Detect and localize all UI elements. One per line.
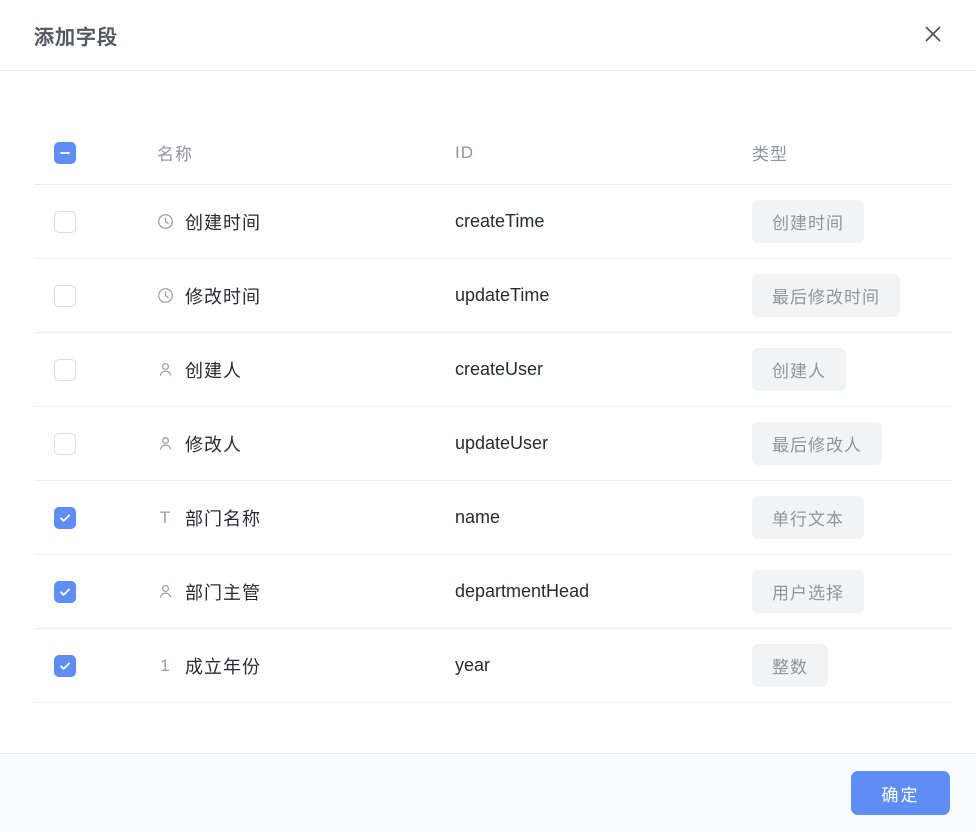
- clock-icon: [157, 213, 174, 231]
- field-id: createTime: [455, 211, 545, 231]
- clock-icon: [157, 287, 174, 305]
- text-icon: T: [159, 508, 172, 527]
- table-row: 部门主管 departmentHead 用户选择: [34, 555, 952, 629]
- user-icon: [157, 361, 174, 379]
- field-id: year: [455, 655, 491, 675]
- user-icon: [157, 583, 174, 601]
- table-row: 创建时间 createTime 创建时间: [34, 185, 952, 259]
- user-icon: [157, 435, 174, 453]
- row-checkbox[interactable]: [54, 284, 76, 307]
- field-name: 创建时间: [185, 212, 261, 233]
- field-type-badge: 用户选择: [752, 570, 864, 613]
- field-type-badge: 创建时间: [752, 200, 864, 243]
- table-row: 创建人 createUser 创建人: [34, 333, 952, 407]
- row-checkbox[interactable]: [54, 358, 76, 381]
- column-header-id: ID: [455, 142, 474, 162]
- field-type-badge: 最后修改时间: [752, 274, 900, 317]
- table-row: 修改人 updateUser 最后修改人: [34, 407, 952, 481]
- table-row: T 部门名称 name 单行文本: [34, 481, 952, 555]
- field-id: createUser: [455, 359, 544, 379]
- field-id: updateUser: [455, 433, 549, 453]
- row-checkbox[interactable]: [54, 506, 76, 529]
- column-header-type: 类型: [752, 145, 788, 164]
- field-name: 部门名称: [185, 508, 261, 529]
- field-name: 修改时间: [185, 286, 261, 307]
- row-checkbox[interactable]: [54, 580, 76, 603]
- row-checkbox[interactable]: [54, 654, 76, 677]
- number-icon: 1: [160, 656, 171, 675]
- select-all-checkbox[interactable]: [54, 141, 76, 164]
- dialog-footer: 确定: [0, 753, 976, 832]
- table-row: 1 成立年份 year 整数: [34, 629, 952, 703]
- field-id: updateTime: [455, 285, 550, 305]
- table-row: 修改时间 updateTime 最后修改时间: [34, 259, 952, 333]
- field-type-badge: 最后修改人: [752, 422, 882, 465]
- field-type-badge: 单行文本: [752, 496, 864, 539]
- field-id: departmentHead: [455, 581, 590, 601]
- table-header-row: 名称 ID 类型: [34, 121, 952, 185]
- field-name: 创建人: [185, 360, 242, 381]
- close-icon: [921, 22, 945, 49]
- field-name: 部门主管: [185, 582, 261, 603]
- dialog-header: 添加字段: [0, 0, 976, 71]
- column-header-name: 名称: [157, 145, 193, 164]
- add-field-dialog: 添加字段 名称 ID 类型 创建时间 createTime 创建时间 修改时间 …: [0, 0, 976, 832]
- dialog-body: 名称 ID 类型 创建时间 createTime 创建时间 修改时间 updat…: [0, 71, 976, 703]
- field-id: name: [455, 507, 501, 527]
- confirm-button[interactable]: 确定: [851, 771, 950, 815]
- close-button[interactable]: [919, 20, 947, 51]
- row-checkbox[interactable]: [54, 432, 76, 455]
- field-name: 成立年份: [185, 656, 261, 677]
- field-type-badge: 创建人: [752, 348, 846, 391]
- field-type-badge: 整数: [752, 644, 828, 687]
- table-body: 创建时间 createTime 创建时间 修改时间 updateTime 最后修…: [34, 185, 952, 703]
- row-checkbox[interactable]: [54, 210, 76, 233]
- dialog-title: 添加字段: [34, 26, 118, 49]
- field-name: 修改人: [185, 434, 242, 455]
